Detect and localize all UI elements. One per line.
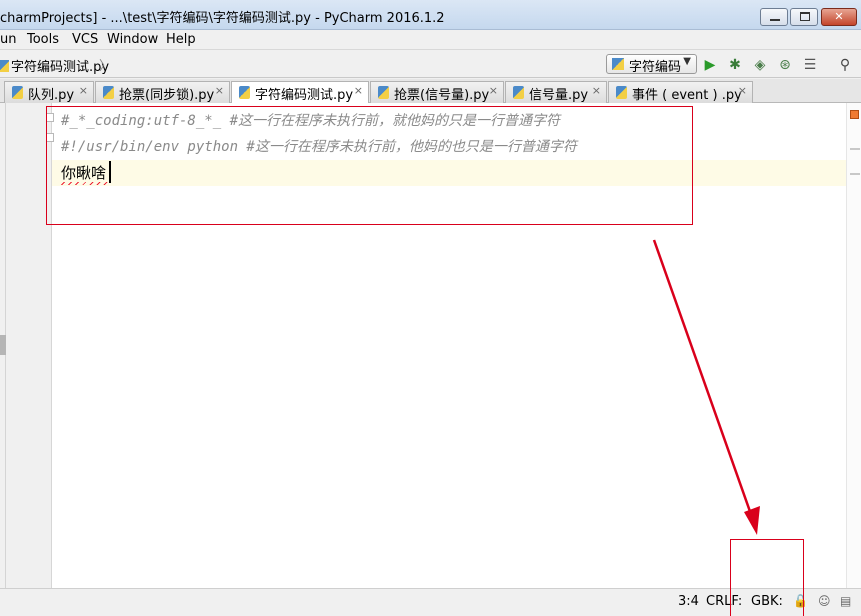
tab-queue[interactable]: 队列.py × [4,81,94,103]
close-tab-icon[interactable]: × [215,84,224,97]
menu-vcs[interactable]: VCS [72,32,98,47]
stripe-mark[interactable] [850,148,860,150]
annotation-box-encoding [730,539,804,616]
menu-help[interactable]: Help [166,32,196,47]
run-configuration-label: 字符编码 [629,60,682,75]
menu-bar: un Tools VCS Window Help [0,30,861,50]
chevron-down-icon: ▼ [683,56,691,67]
close-tab-icon[interactable]: × [354,84,363,97]
inspector-icon[interactable]: ☺ [818,594,831,608]
tab-label: 字符编码测试.py [255,88,354,103]
tasks-icon[interactable]: ☰ [801,56,819,74]
window-title: charmProjects] - ...\test\字符编码\字符编码测试.py… [0,11,445,26]
menu-run[interactable]: un [0,32,16,47]
minimize-icon [770,19,780,21]
tab-encoding-test[interactable]: 字符编码测试.py × [231,81,369,104]
python-file-icon [378,86,389,99]
tab-ticket-lock[interactable]: 抢票(同步锁).py × [95,81,230,103]
run-configuration-select[interactable]: 字符编码 ▼ [606,54,697,75]
run-icon[interactable]: ▶ [701,56,719,74]
tab-label: 抢票(同步锁).py [119,88,215,103]
coverage-icon[interactable]: ◈ [751,56,769,74]
tab-semaphore[interactable]: 信号量.py × [505,81,607,103]
error-stripe[interactable] [846,103,861,588]
code-editor[interactable]: #_*_coding:utf-8_*_ #这一行在程序未执行前，就他妈的只是一行… [0,103,861,588]
python-file-icon [513,86,524,99]
warning-marker-icon[interactable] [850,110,859,119]
python-file-icon [616,86,627,99]
menu-tools[interactable]: Tools [27,32,59,47]
python-file-icon [239,86,250,99]
search-icon[interactable]: ⚲ [836,56,854,74]
python-file-icon [0,60,9,72]
debug-icon[interactable]: ✱ [726,56,744,74]
breadcrumb[interactable]: 字符编码测试.py [0,56,109,75]
annotation-box-header [46,106,693,225]
close-icon: ✕ [834,10,844,23]
close-button[interactable]: ✕ [821,8,857,26]
profile-icon[interactable]: ⊛ [776,56,794,74]
menu-window[interactable]: Window [107,32,158,47]
tab-event[interactable]: 事件 ( event ) .py × [608,81,753,103]
editor-tab-bar: 队列.py × 抢票(同步锁).py × 字符编码测试.py × 抢票(信号量)… [0,79,861,104]
tab-label: 事件 ( event ) .py [632,88,742,103]
stripe-mark[interactable] [850,173,860,175]
maximize-button[interactable] [790,8,818,26]
close-tab-icon[interactable]: × [79,84,88,97]
event-log-icon[interactable]: ▤ [840,594,851,608]
tab-label: 队列.py [28,88,75,103]
cursor-position[interactable]: 3:4 [678,594,699,609]
tab-ticket-semaphore[interactable]: 抢票(信号量).py × [370,81,504,103]
python-file-icon [103,86,114,99]
maximize-icon [800,12,810,21]
pycharm-window: charmProjects] - ...\test\字符编码\字符编码测试.py… [0,0,861,616]
navigation-bar: 字符编码测试.py 〉 字符编码 ▼ ▶ ✱ ◈ ⊛ ☰ ⚲ [0,51,861,78]
tab-label: 信号量.py [529,88,589,103]
close-tab-icon[interactable]: × [738,84,747,97]
python-file-icon [12,86,23,99]
tab-label: 抢票(信号量).py [394,88,490,103]
close-tab-icon[interactable]: × [592,84,601,97]
breadcrumb-chevron-icon: 〉 [99,59,113,74]
python-config-icon [612,58,624,70]
minimize-button[interactable] [760,8,788,26]
title-bar: charmProjects] - ...\test\字符编码\字符编码测试.py… [0,0,861,30]
breadcrumb-label: 字符编码测试.py [11,60,110,75]
close-tab-icon[interactable]: × [489,84,498,97]
